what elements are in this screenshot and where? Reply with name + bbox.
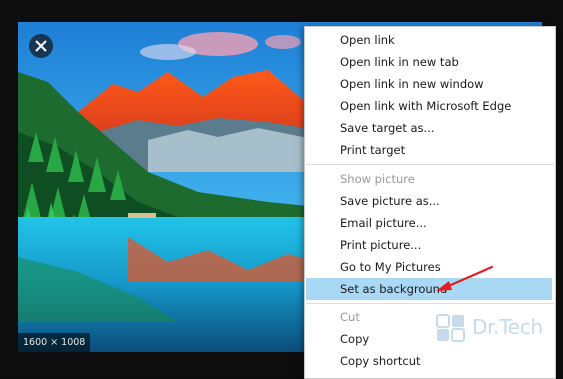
close-icon [35,40,47,52]
menu-item-label: Print picture... [340,238,422,252]
menu-item-label: Open link with Microsoft Edge [340,99,512,113]
watermark-text: Dr.Tech [472,315,543,339]
menu-item-open-link[interactable]: Open link [306,29,552,51]
menu-item-open-link-new-tab[interactable]: Open link in new tab [306,51,552,73]
menu-item-show-picture: Show picture [306,168,552,190]
menu-item-set-as-background[interactable]: Set as background [306,278,552,300]
menu-item-label: Cut [340,310,360,324]
watermark: Dr.Tech [436,311,550,345]
menu-item-label: Copy shortcut [340,354,421,368]
menu-item-label: Save target as... [340,121,435,135]
image-dimensions: 1600 × 1008 [18,333,91,352]
menu-item-label: Email picture... [340,216,427,230]
menu-item-label: Save picture as... [340,194,440,208]
menu-item-print-picture[interactable]: Print picture... [306,234,552,256]
close-button[interactable] [29,34,53,58]
menu-item-label: Print target [340,143,406,157]
menu-item-open-link-new-window[interactable]: Open link in new window [306,73,552,95]
menu-item-open-link-edge[interactable]: Open link with Microsoft Edge [306,95,552,117]
menu-item-label: Open link in new tab [340,55,459,69]
red-arrow-icon [436,265,494,291]
menu-separator [306,164,554,165]
menu-item-go-to-my-pictures[interactable]: Go to My Pictures [306,256,552,278]
menu-item-print-target[interactable]: Print target [306,139,552,161]
menu-item-label: Copy [340,332,370,346]
dr-tech-logo-icon [436,314,465,342]
menu-item-copy-shortcut[interactable]: Copy shortcut [306,350,552,372]
menu-item-email-picture[interactable]: Email picture... [306,212,552,234]
menu-item-label: Go to My Pictures [340,260,441,274]
menu-item-label: Open link [340,33,395,47]
menu-item-save-target[interactable]: Save target as... [306,117,552,139]
menu-item-save-picture[interactable]: Save picture as... [306,190,552,212]
menu-separator [306,303,554,304]
menu-item-label: Show picture [340,172,415,186]
menu-item-label: Open link in new window [340,77,484,91]
